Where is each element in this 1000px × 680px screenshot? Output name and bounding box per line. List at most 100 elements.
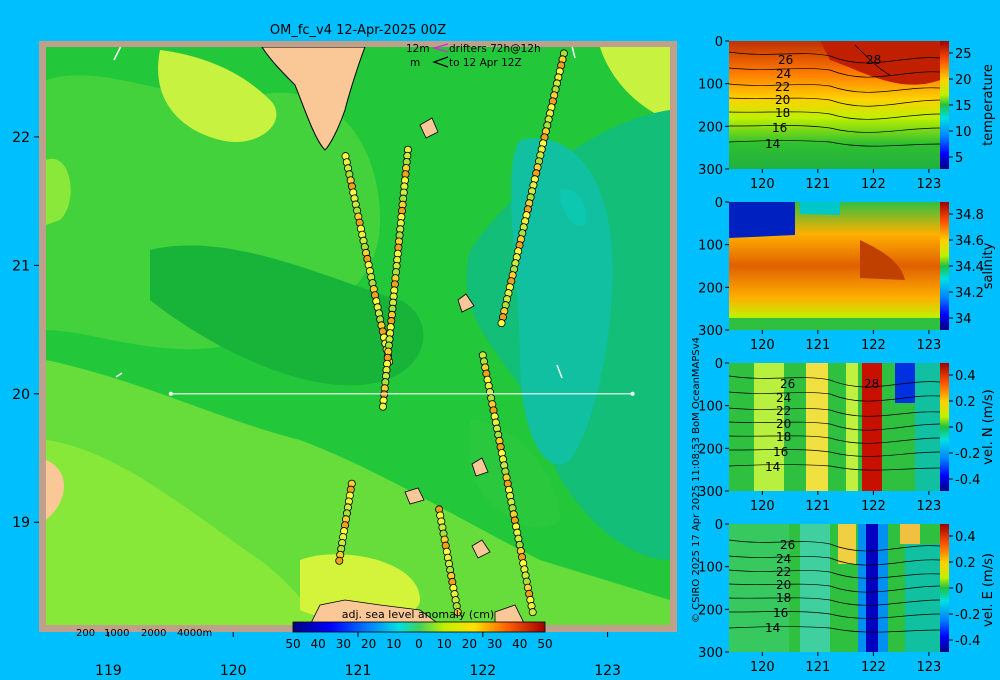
contour-label: 18 bbox=[776, 430, 791, 444]
sla-colorbar-tick-label: 40 bbox=[512, 637, 527, 651]
section-x-tick-label: 122 bbox=[861, 660, 886, 675]
section-y-tick-label: 0 bbox=[715, 357, 723, 372]
contour-label: 24 bbox=[776, 552, 791, 566]
drifter-point bbox=[378, 402, 387, 411]
velocity-east-colorbar-label: vel. E (m/s) bbox=[981, 553, 996, 627]
salinity-fresh-core bbox=[729, 202, 795, 238]
legend-line1-right: drifters 72h@12h bbox=[449, 43, 541, 55]
section-x-tick-label: 120 bbox=[750, 177, 775, 192]
colorbar-tick-label: 0 bbox=[955, 582, 963, 597]
colorbar-tick-label: 34.6 bbox=[955, 234, 984, 249]
drifter-point bbox=[528, 608, 537, 617]
sla-colorbar-ticks: 50 40 30 20 10 0 10 20 30 40 50 bbox=[285, 637, 552, 651]
section-y-tick-label: 300 bbox=[698, 646, 723, 661]
salinity-deep-band bbox=[729, 318, 940, 330]
contour-label: 24 bbox=[776, 67, 791, 81]
colorbar-tick-label: 34.4 bbox=[955, 260, 984, 275]
section-x-tick-label: 120 bbox=[750, 499, 775, 514]
contour-label: 14 bbox=[765, 137, 780, 151]
temperature-colorbar bbox=[940, 41, 949, 169]
contour-label: 22 bbox=[775, 80, 790, 94]
velocity-east-colorbar bbox=[940, 524, 949, 652]
vn-band bbox=[806, 363, 828, 491]
depth-legend-item: 4000m bbox=[177, 628, 212, 639]
credit-text: © CSIRO 2025 17 Apr 2025 11:08:53 BoM Oc… bbox=[691, 337, 702, 623]
x-tick-label: 123 bbox=[594, 663, 621, 679]
contour-label: 28 bbox=[866, 53, 881, 67]
y-tick-label: 21 bbox=[12, 258, 30, 274]
transect-start bbox=[168, 391, 173, 396]
map-title: OM_fc_v4 12-Apr-2025 00Z bbox=[270, 23, 446, 38]
section-x-tick-label: 123 bbox=[916, 338, 941, 353]
velocity-north-colorbar bbox=[940, 363, 949, 491]
contour-label: 16 bbox=[772, 121, 787, 135]
drifter-point bbox=[497, 319, 506, 328]
colorbar-tick-label: 0.4 bbox=[955, 530, 976, 545]
colorbar-tick-label: -0.2 bbox=[955, 447, 980, 462]
depth-legend-item: 200 bbox=[76, 628, 95, 639]
section-x-tick-label: 121 bbox=[805, 338, 830, 353]
section-y-tick-label: 0 bbox=[715, 518, 723, 533]
colorbar-tick-label: 0 bbox=[955, 421, 963, 436]
section-x-tick-label: 123 bbox=[916, 177, 941, 192]
y-tick-label: 20 bbox=[12, 387, 30, 403]
section-x-tick-label: 120 bbox=[750, 338, 775, 353]
contour-label: 26 bbox=[778, 53, 793, 67]
drifter-point bbox=[335, 556, 344, 565]
section-y-tick-label: 200 bbox=[698, 281, 723, 296]
section-x-tick-label: 123 bbox=[916, 660, 941, 675]
section-y-tick-label: 300 bbox=[698, 324, 723, 339]
vn-band bbox=[846, 363, 858, 491]
contour-label: 14 bbox=[765, 621, 780, 635]
colorbar-tick-label: 20 bbox=[955, 73, 972, 88]
section-x-tick-label: 121 bbox=[805, 499, 830, 514]
map-y-axis: 22 21 20 19 bbox=[12, 130, 39, 531]
colorbar-tick-label: 0.4 bbox=[955, 369, 976, 384]
section-x-tick-label: 121 bbox=[805, 177, 830, 192]
contour-label: 22 bbox=[776, 565, 791, 579]
contour-label: 20 bbox=[776, 578, 791, 592]
sla-colorbar-tick-label: 30 bbox=[487, 637, 502, 651]
ve-band bbox=[900, 524, 920, 544]
section-x-tick-label: 122 bbox=[861, 499, 886, 514]
x-tick-label: 119 bbox=[95, 663, 122, 679]
legend-line2-right: to 12 Apr 12Z bbox=[449, 57, 522, 69]
salinity-colorbar-label: salinity bbox=[981, 242, 996, 289]
section-x-tick-label: 123 bbox=[916, 499, 941, 514]
contour-label: 18 bbox=[775, 106, 790, 120]
colorbar-tick-label: -0.4 bbox=[955, 473, 980, 488]
sla-colorbar-tick-label: 40 bbox=[311, 637, 326, 651]
temperature-colorbar-label: temperature bbox=[981, 64, 996, 146]
colorbar-tick-label: -0.4 bbox=[955, 634, 980, 649]
depth-legend-item: 2000 bbox=[141, 628, 166, 639]
ve-westward-core bbox=[866, 524, 878, 652]
sla-colorbar-tick-label: 20 bbox=[361, 637, 376, 651]
contour-label: 24 bbox=[776, 391, 791, 405]
velocity-north-panel: 26 24 22 20 18 16 14 28 120 121 122 1230100… bbox=[698, 357, 996, 514]
section-y-tick-label: 300 bbox=[698, 163, 723, 178]
section-y-tick-label: 0 bbox=[715, 196, 723, 211]
colorbar-tick-label: 5 bbox=[955, 151, 963, 166]
depth-legend-item: 1000 bbox=[104, 628, 129, 639]
velocity-north-colorbar-label: vel. N (m/s) bbox=[981, 389, 996, 464]
legend-line1-left: 12m bbox=[406, 43, 430, 55]
sla-colorbar-label: adj. sea level anomaly (cm) bbox=[342, 608, 494, 621]
x-tick-label: 120 bbox=[220, 663, 247, 679]
contour-label: 22 bbox=[776, 404, 791, 418]
temperature-panel: 26 24 22 20 18 16 14 28 120 121 122 123 0 100… bbox=[698, 35, 996, 192]
salinity-panel: 120 121 122 123 0 100 200 300 34.8 34.6 34.4 34.2 34… bbox=[698, 196, 996, 353]
sla-colorbar-tick-label: 50 bbox=[285, 637, 300, 651]
contour-label: 26 bbox=[780, 377, 795, 391]
colorbar-tick-label: 0.2 bbox=[955, 395, 976, 410]
transect-end bbox=[630, 391, 635, 396]
ve-band bbox=[838, 524, 856, 564]
colorbar-tick-label: 15 bbox=[955, 99, 972, 114]
section-y-tick-label: 200 bbox=[698, 120, 723, 135]
contour-label: 20 bbox=[776, 417, 791, 431]
x-tick-label: 121 bbox=[345, 663, 372, 679]
colorbar-tick-label: 25 bbox=[955, 47, 972, 62]
figure: OM_fc_v4 12-Apr-2025 00Z 12m drifters 72… bbox=[12, 23, 996, 679]
contour-label: 16 bbox=[773, 445, 788, 459]
colorbar-tick-label: 0.2 bbox=[955, 556, 976, 571]
section-x-tick-label: 122 bbox=[861, 338, 886, 353]
